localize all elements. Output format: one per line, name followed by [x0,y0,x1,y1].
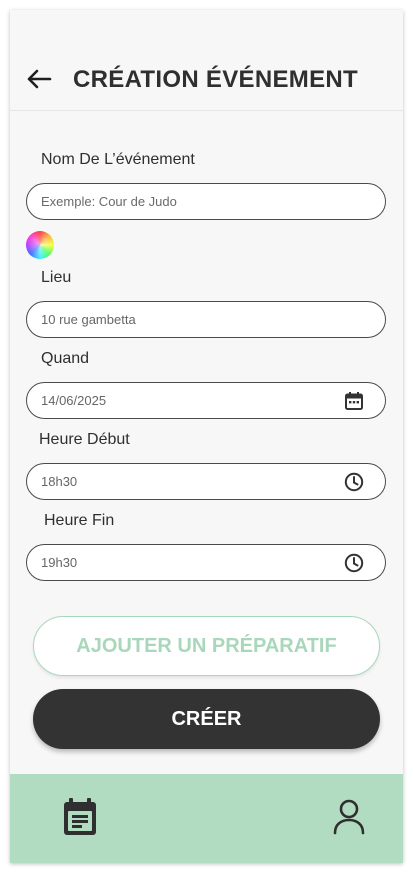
end-time-field[interactable] [26,544,386,581]
nav-profile-button[interactable] [327,797,371,841]
date-field[interactable] [26,382,386,419]
back-button[interactable] [24,68,54,94]
event-name-input[interactable] [41,184,341,219]
date-input[interactable] [41,383,341,418]
bottom-nav [10,774,403,863]
header: CRÉATION ÉVÉNEMENT [10,10,403,111]
clock-icon[interactable] [343,471,365,493]
location-label: Lieu [41,269,72,286]
clock-icon[interactable] [343,552,365,574]
add-preparation-button[interactable]: AJOUTER UN PRÉPARATIF [33,616,380,676]
location-input[interactable] [41,302,341,337]
date-label: Quand [41,350,90,367]
user-icon [332,799,366,840]
calendar-icon[interactable] [343,390,365,412]
event-name-field[interactable] [26,183,386,220]
end-time-label: Heure Fin [44,512,115,529]
start-time-label: Heure Début [39,431,130,448]
end-time-input[interactable] [41,545,341,580]
create-button[interactable]: CRÉER [33,689,380,749]
nav-calendar-button[interactable] [58,797,102,841]
page-title: CRÉATION ÉVÉNEMENT [73,66,358,93]
start-time-input[interactable] [41,464,341,499]
arrow-left-icon [26,69,52,94]
location-field[interactable] [26,301,386,338]
event-name-label: Nom De L’événement [41,151,195,168]
calendar-icon [62,797,98,842]
app-screen: CRÉATION ÉVÉNEMENT Nom De L’événement Li… [10,10,403,863]
start-time-field[interactable] [26,463,386,500]
color-wheel-icon[interactable] [26,231,54,259]
